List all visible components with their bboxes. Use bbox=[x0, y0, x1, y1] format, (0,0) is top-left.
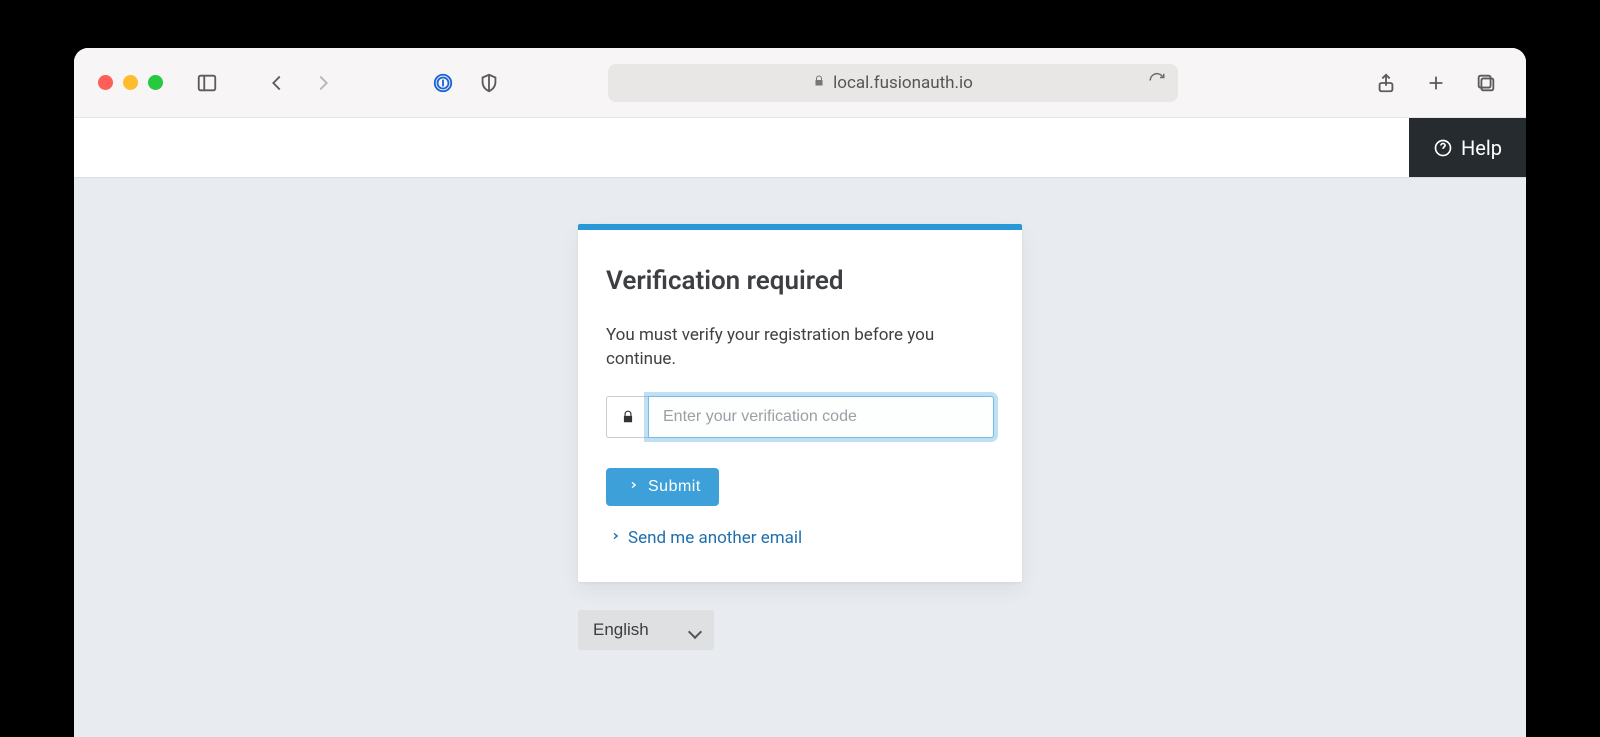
resend-label: Send me another email bbox=[628, 528, 802, 548]
help-label: Help bbox=[1461, 136, 1502, 160]
nav-forward-button[interactable] bbox=[307, 67, 339, 99]
content-stage: Verification required You must verify yo… bbox=[74, 178, 1526, 737]
new-tab-icon[interactable] bbox=[1420, 67, 1452, 99]
help-button[interactable]: Help bbox=[1409, 118, 1526, 177]
arrow-right-icon bbox=[624, 478, 638, 495]
arrow-right-icon bbox=[606, 529, 620, 547]
tab-overview-icon[interactable] bbox=[1470, 67, 1502, 99]
panel-message: You must verify your registration before… bbox=[606, 324, 994, 372]
lock-addon-icon bbox=[606, 396, 648, 438]
address-bar[interactable]: local.fusionauth.io bbox=[608, 64, 1178, 102]
panel-title: Verification required bbox=[606, 266, 994, 296]
window-maximize-button[interactable] bbox=[148, 75, 163, 90]
privacy-shield-icon[interactable] bbox=[473, 67, 505, 99]
share-icon[interactable] bbox=[1370, 67, 1402, 99]
submit-label: Submit bbox=[648, 478, 701, 496]
reload-icon[interactable] bbox=[1148, 71, 1166, 94]
sidebar-toggle-icon[interactable] bbox=[191, 67, 223, 99]
browser-window: local.fusionauth.io Help bbox=[74, 48, 1526, 737]
language-select[interactable]: English bbox=[578, 610, 714, 650]
window-minimize-button[interactable] bbox=[123, 75, 138, 90]
verification-code-input[interactable] bbox=[648, 396, 994, 438]
submit-button[interactable]: Submit bbox=[606, 468, 719, 506]
language-dropdown[interactable]: English bbox=[578, 610, 714, 650]
nav-back-button[interactable] bbox=[261, 67, 293, 99]
window-close-button[interactable] bbox=[98, 75, 113, 90]
url-text: local.fusionauth.io bbox=[833, 73, 973, 93]
app-header: Help bbox=[74, 118, 1526, 178]
browser-toolbar: local.fusionauth.io bbox=[74, 48, 1526, 118]
page-viewport: Help Verification required You must veri… bbox=[74, 118, 1526, 737]
code-input-group bbox=[606, 396, 994, 438]
lock-icon bbox=[813, 74, 825, 92]
window-controls bbox=[98, 75, 163, 90]
verification-panel: Verification required You must verify yo… bbox=[578, 224, 1022, 582]
password-manager-icon[interactable] bbox=[427, 67, 459, 99]
resend-email-link[interactable]: Send me another email bbox=[606, 528, 802, 548]
